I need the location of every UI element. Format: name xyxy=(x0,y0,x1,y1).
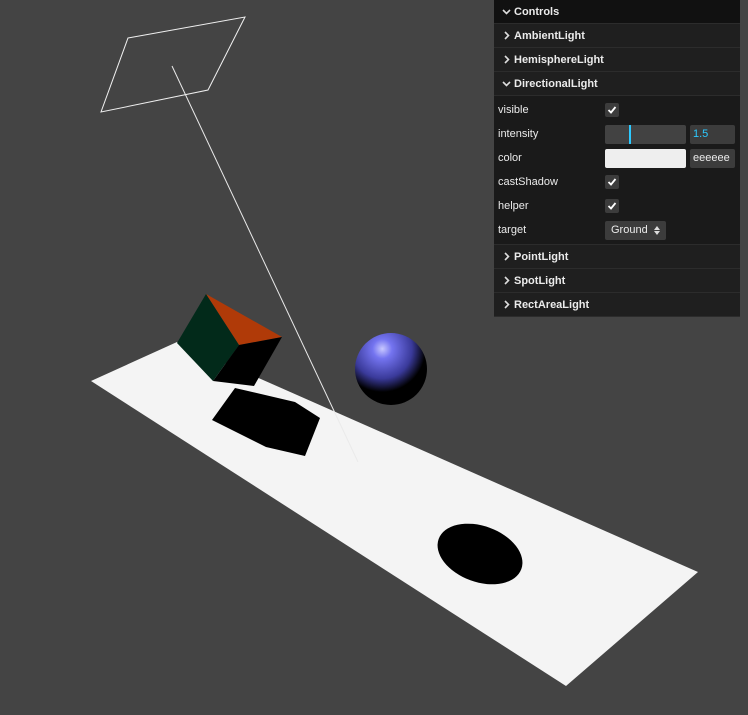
intensity-slider-knob[interactable] xyxy=(629,124,631,144)
control-intensity: intensity 1.5 xyxy=(494,122,740,146)
control-label: color xyxy=(498,152,522,164)
folder-label: PointLight xyxy=(514,250,569,263)
control-label: intensity xyxy=(498,128,539,140)
check-icon xyxy=(607,106,617,114)
chevron-right-icon xyxy=(502,55,512,64)
folder-spotlight[interactable]: SpotLight xyxy=(494,269,740,293)
color-hex-input[interactable]: eeeeee xyxy=(690,148,735,168)
folder-directionallight[interactable]: DirectionalLight xyxy=(494,72,740,96)
folder-hemispherelight[interactable]: HemisphereLight xyxy=(494,48,740,72)
select-arrows-icon xyxy=(653,225,660,235)
chevron-down-icon xyxy=(502,79,512,88)
control-visible: visible xyxy=(494,98,740,122)
control-label: target xyxy=(498,224,527,236)
target-select-value: Ground xyxy=(611,223,648,236)
check-icon xyxy=(607,202,617,210)
control-helper: helper xyxy=(494,194,740,218)
folder-label: RectAreaLight xyxy=(514,298,590,311)
helper-checkbox[interactable] xyxy=(605,199,619,213)
controls-title-label: Controls xyxy=(514,5,560,18)
control-label: helper xyxy=(498,200,529,212)
control-castshadow: castShadow xyxy=(494,170,740,194)
controls-title[interactable]: Controls xyxy=(494,0,740,24)
folder-label: DirectionalLight xyxy=(514,77,598,90)
intensity-input[interactable]: 1.5 xyxy=(690,124,735,144)
folder-pointlight[interactable]: PointLight xyxy=(494,245,740,269)
target-select[interactable]: Ground xyxy=(605,220,666,240)
control-target: target Ground xyxy=(494,218,740,242)
intensity-slider[interactable] xyxy=(605,124,686,144)
folder-label: SpotLight xyxy=(514,274,566,287)
check-icon xyxy=(607,178,617,186)
folder-label: HemisphereLight xyxy=(514,53,604,66)
control-color: color eeeeee xyxy=(494,146,740,170)
folder-ambientlight[interactable]: AmbientLight xyxy=(494,24,740,48)
chevron-right-icon xyxy=(502,31,512,40)
chevron-right-icon xyxy=(502,300,512,309)
chevron-right-icon xyxy=(502,276,512,285)
controls-panel: Controls AmbientLight HemisphereLight Di… xyxy=(494,0,740,317)
visible-checkbox[interactable] xyxy=(605,103,619,117)
folder-rectarealight[interactable]: RectAreaLight xyxy=(494,293,740,317)
directional-light-helper xyxy=(100,16,246,113)
control-label: castShadow xyxy=(498,176,558,188)
sphere xyxy=(355,333,427,405)
directionallight-controls: visible intensity 1.5 color eeeeee castS… xyxy=(494,96,740,245)
folder-label: AmbientLight xyxy=(514,29,585,42)
color-swatch[interactable] xyxy=(605,148,686,168)
chevron-down-icon xyxy=(502,7,512,16)
castshadow-checkbox[interactable] xyxy=(605,175,619,189)
chevron-right-icon xyxy=(502,252,512,261)
control-label: visible xyxy=(498,104,529,116)
